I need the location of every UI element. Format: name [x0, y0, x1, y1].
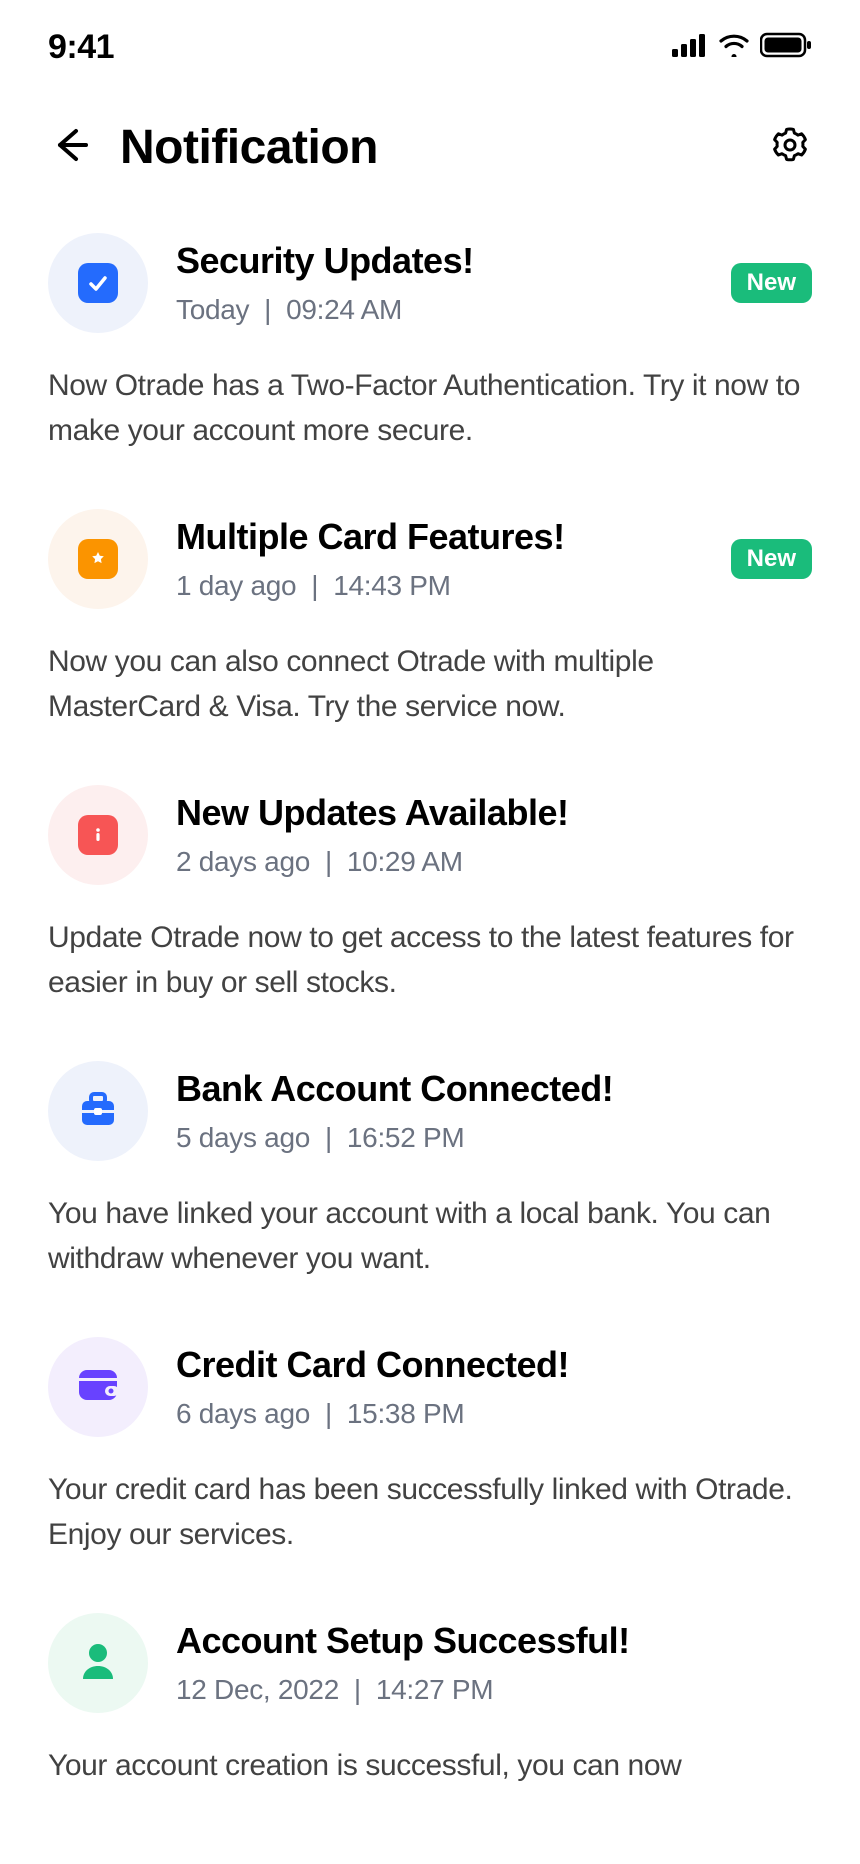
- notification-icon-circle: [48, 1337, 148, 1437]
- user-icon: [78, 1639, 118, 1688]
- notification-meta: 2 days ago | 10:29 AM: [176, 846, 812, 878]
- notification-icon-circle: [48, 509, 148, 609]
- notification-meta: 6 days ago | 15:38 PM: [176, 1398, 812, 1430]
- notification-title: Account Setup Successful!: [176, 1620, 812, 1662]
- cellular-icon: [672, 33, 708, 62]
- notification-item[interactable]: Account Setup Successful! 12 Dec, 2022 |…: [48, 1585, 812, 1816]
- notification-icon-circle: [48, 233, 148, 333]
- notification-item[interactable]: Multiple Card Features! 1 day ago | 14:4…: [48, 481, 812, 757]
- notification-meta: 12 Dec, 2022 | 14:27 PM: [176, 1674, 812, 1706]
- gear-icon[interactable]: [768, 123, 812, 172]
- notification-list: Security Updates! Today | 09:24 AM New N…: [0, 205, 860, 1816]
- notification-title: Multiple Card Features!: [176, 516, 703, 558]
- wifi-icon: [718, 33, 750, 62]
- notification-body: You have linked your account with a loca…: [48, 1191, 812, 1281]
- notification-meta: 1 day ago | 14:43 PM: [176, 570, 703, 602]
- status-time: 9:41: [48, 28, 114, 67]
- notification-title: Security Updates!: [176, 240, 703, 282]
- notification-icon-circle: [48, 785, 148, 885]
- page-title: Notification: [120, 120, 740, 175]
- shield-check-icon: [78, 263, 118, 303]
- notification-body: Update Otrade now to get access to the l…: [48, 915, 812, 1005]
- wallet-icon: [75, 1364, 121, 1411]
- status-bar: 9:41: [0, 0, 860, 80]
- notification-item[interactable]: Bank Account Connected! 5 days ago | 16:…: [48, 1033, 812, 1309]
- notification-meta: Today | 09:24 AM: [176, 294, 703, 326]
- back-icon[interactable]: [48, 123, 92, 172]
- info-icon: [78, 815, 118, 855]
- status-icons: [672, 32, 812, 63]
- notification-item[interactable]: Security Updates! Today | 09:24 AM New N…: [48, 205, 812, 481]
- new-badge: New: [731, 263, 812, 303]
- notification-item[interactable]: Credit Card Connected! 6 days ago | 15:3…: [48, 1309, 812, 1585]
- notification-icon-circle: [48, 1613, 148, 1713]
- notification-meta: 5 days ago | 16:52 PM: [176, 1122, 812, 1154]
- notification-item[interactable]: New Updates Available! 2 days ago | 10:2…: [48, 757, 812, 1033]
- briefcase-icon: [74, 1085, 122, 1138]
- notification-title: Bank Account Connected!: [176, 1068, 812, 1110]
- new-badge: New: [731, 539, 812, 579]
- notification-body: Your credit card has been successfully l…: [48, 1467, 812, 1557]
- notification-title: Credit Card Connected!: [176, 1344, 812, 1386]
- battery-icon: [760, 32, 812, 63]
- notification-body: Now you can also connect Otrade with mul…: [48, 639, 812, 729]
- ticket-star-icon: [78, 539, 118, 579]
- app-header: Notification: [0, 80, 860, 205]
- notification-icon-circle: [48, 1061, 148, 1161]
- notification-body: Your account creation is successful, you…: [48, 1743, 812, 1788]
- notification-body: Now Otrade has a Two-Factor Authenticati…: [48, 363, 812, 453]
- notification-title: New Updates Available!: [176, 792, 812, 834]
